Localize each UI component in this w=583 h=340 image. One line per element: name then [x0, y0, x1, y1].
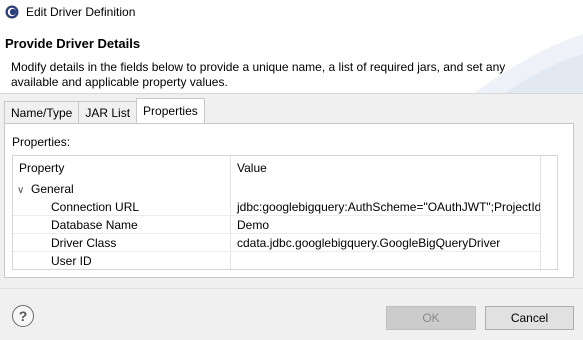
group-value-cell: [231, 180, 542, 198]
property-name: Connection URL: [13, 198, 231, 216]
property-name: Driver Class: [13, 234, 231, 252]
question-mark-icon[interactable]: ?: [12, 305, 34, 327]
group-cell: ∨ General: [13, 180, 231, 198]
window-title: Edit Driver Definition: [26, 5, 136, 19]
table-header: Property Value: [13, 156, 557, 180]
tab-jar-list[interactable]: JAR List: [78, 101, 138, 123]
property-value[interactable]: Demo: [231, 216, 542, 234]
properties-panel: Properties: Property Value ∨ General Conn…: [4, 123, 574, 278]
table-row[interactable]: Driver Class cdata.jdbc.googlebigquery.G…: [13, 234, 542, 252]
column-header-value[interactable]: Value: [231, 156, 557, 180]
page-title: Provide Driver Details: [5, 36, 141, 51]
tree-group-general[interactable]: ∨ General: [13, 180, 542, 198]
wizard-header: Provide Driver Details Modify details in…: [0, 24, 583, 94]
vertical-scroll-area[interactable]: [540, 156, 557, 269]
properties-label: Properties:: [12, 135, 71, 149]
column-header-property[interactable]: Property: [13, 156, 231, 180]
chevron-down-icon[interactable]: ∨: [17, 182, 29, 198]
property-value[interactable]: [231, 252, 542, 269]
property-value[interactable]: jdbc:googlebigquery:AuthScheme="OAuthJWT…: [231, 198, 542, 216]
table-row[interactable]: User ID: [13, 252, 542, 269]
table-row[interactable]: Connection URL jdbc:googlebigquery:AuthS…: [13, 198, 542, 216]
property-value[interactable]: cdata.jdbc.googlebigquery.GoogleBigQuery…: [231, 234, 542, 252]
properties-table: Property Value ∨ General Connection URL j…: [12, 155, 558, 270]
ok-button[interactable]: OK: [386, 306, 476, 330]
footer-divider: [0, 288, 583, 289]
eclipse-icon: [5, 5, 19, 19]
group-label: General: [31, 182, 74, 196]
cancel-button[interactable]: Cancel: [485, 306, 574, 330]
tab-properties[interactable]: Properties: [136, 98, 205, 123]
title-bar: Edit Driver Definition: [0, 0, 583, 24]
property-name: Database Name: [13, 216, 231, 234]
tab-name-type[interactable]: Name/Type: [4, 101, 80, 123]
tab-bar: Name/Type JAR List Properties: [4, 98, 205, 123]
page-description: Modify details in the fields below to pr…: [11, 60, 506, 89]
table-row[interactable]: Database Name Demo: [13, 216, 542, 234]
property-name: User ID: [13, 252, 231, 269]
